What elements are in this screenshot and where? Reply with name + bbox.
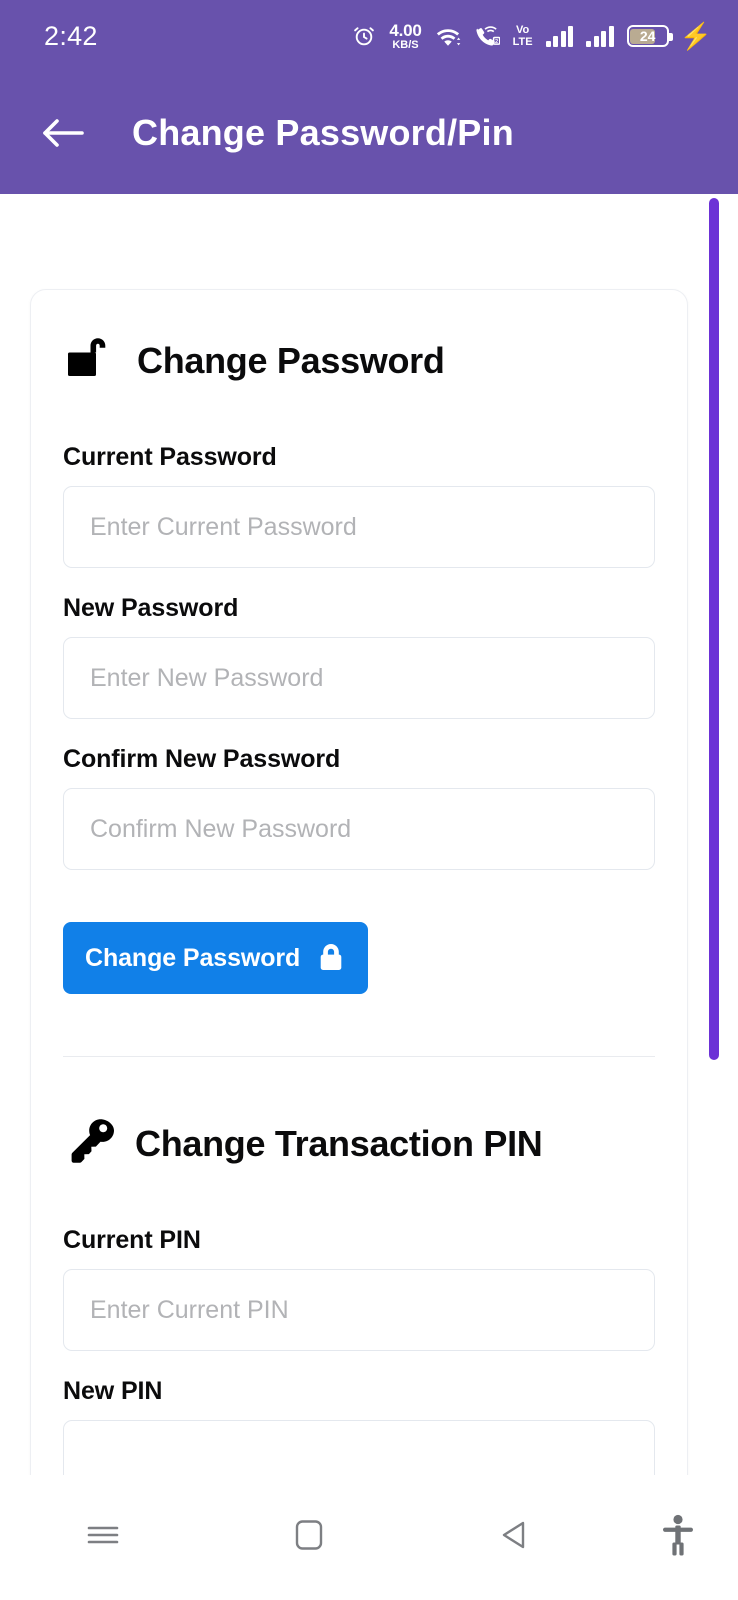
- volte-line1: Vo: [516, 23, 530, 36]
- change-password-header: Change Password: [63, 330, 655, 391]
- hamburger-icon: [83, 1520, 123, 1555]
- change-pin-header: Change Transaction PIN: [63, 1113, 655, 1174]
- recents-button[interactable]: [0, 1475, 206, 1600]
- section-divider: [63, 1056, 655, 1057]
- new-password-label: New Password: [63, 594, 239, 622]
- current-pin-input[interactable]: [63, 1269, 655, 1351]
- lock-icon: [316, 941, 346, 976]
- confirm-new-password-input[interactable]: [63, 788, 655, 870]
- app-bar: Change Password/Pin: [0, 72, 738, 194]
- page-title: Change Password/Pin: [132, 112, 514, 153]
- unlock-icon: [63, 330, 121, 391]
- change-pin-title: Change Transaction PIN: [135, 1122, 543, 1164]
- signal-sim2-icon: [586, 25, 614, 47]
- confirm-new-password-field: Confirm New Password: [63, 745, 655, 870]
- current-password-label: Current Password: [63, 443, 277, 471]
- battery-level: 24: [639, 28, 656, 44]
- current-password-field: Current Password: [63, 443, 655, 568]
- network-speed-value: 4.00: [389, 20, 422, 40]
- volte-line2: LTE: [512, 35, 533, 48]
- status-bar: 2:42 4.00 KB/S 2 Vo LTE 24 ⚡: [0, 0, 738, 72]
- wifi-icon: [435, 25, 461, 47]
- battery-icon: 24: [626, 25, 673, 47]
- svg-text:2: 2: [495, 39, 498, 45]
- status-icons: 4.00 KB/S 2 Vo LTE 24 ⚡: [352, 22, 712, 51]
- volte-icon: Vo LTE: [512, 23, 533, 48]
- scroll-content: Change Password Current Password New Pas…: [0, 194, 738, 1475]
- status-time: 2:42: [44, 20, 98, 51]
- call-wifi-icon: 2: [474, 24, 500, 48]
- back-arrow-icon[interactable]: [36, 106, 90, 160]
- key-icon: [63, 1113, 119, 1174]
- new-pin-field: New PIN: [63, 1377, 655, 1475]
- charging-bolt-icon: ⚡: [679, 21, 712, 51]
- new-password-field: New Password: [63, 594, 655, 719]
- scrollbar-track[interactable]: [709, 194, 738, 1475]
- alarm-icon: [352, 24, 376, 48]
- home-button[interactable]: [206, 1475, 412, 1600]
- system-navigation-bar: [0, 1475, 738, 1600]
- confirm-new-password-label: Confirm New Password: [63, 745, 341, 773]
- current-password-input[interactable]: [63, 486, 655, 568]
- change-password-button-label: Change Password: [85, 943, 301, 972]
- current-pin-label: Current PIN: [63, 1226, 201, 1254]
- square-icon: [292, 1518, 326, 1557]
- network-speed-unit: KB/S: [392, 38, 419, 51]
- scrollbar-thumb[interactable]: [709, 198, 719, 1060]
- change-password-button-row: Change Password: [63, 922, 655, 994]
- phone-screen: 2:42 4.00 KB/S 2 Vo LTE 24 ⚡ Change Pass…: [0, 0, 738, 1600]
- new-pin-label: New PIN: [63, 1377, 163, 1405]
- network-speed-indicator: 4.00 KB/S: [389, 22, 421, 51]
- accessibility-person-icon: [661, 1513, 695, 1562]
- settings-card: Change Password Current Password New Pas…: [30, 289, 688, 1475]
- current-pin-field: Current PIN: [63, 1226, 655, 1351]
- change-password-button[interactable]: Change Password: [63, 922, 369, 994]
- triangle-left-icon: [497, 1517, 533, 1558]
- new-pin-input[interactable]: [63, 1420, 655, 1475]
- accessibility-button[interactable]: [618, 1475, 738, 1600]
- back-button[interactable]: [412, 1475, 618, 1600]
- new-password-input[interactable]: [63, 637, 655, 719]
- change-password-title: Change Password: [137, 339, 445, 381]
- signal-sim1-icon: [545, 25, 574, 47]
